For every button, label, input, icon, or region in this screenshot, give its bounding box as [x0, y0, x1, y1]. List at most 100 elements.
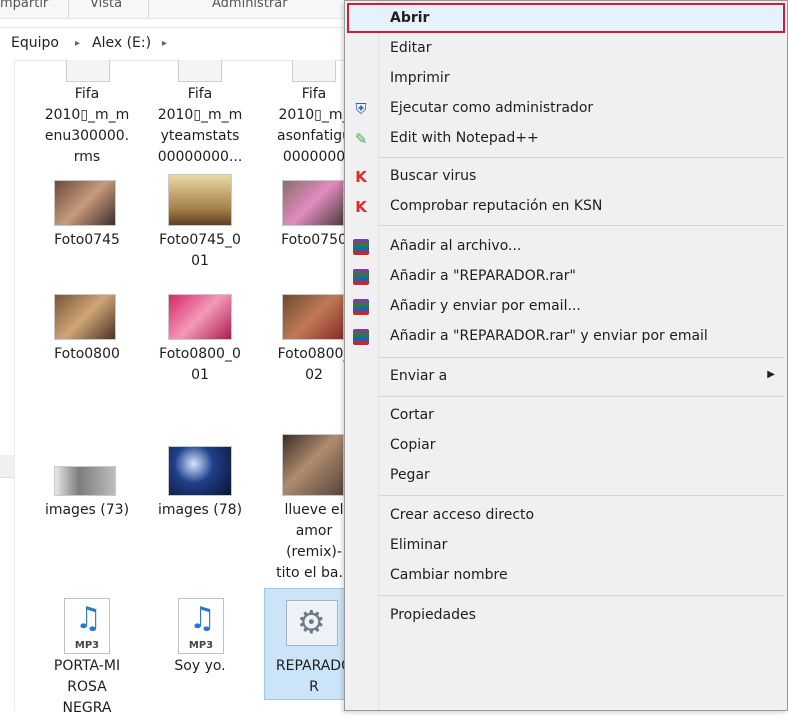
winrar-icon — [351, 237, 371, 257]
executable-file-icon: ⚙ — [286, 600, 338, 646]
navigation-pane-item[interactable] — [0, 455, 14, 478]
menu-item-pegar[interactable]: Pegar — [345, 461, 787, 491]
menu-item-label: Cortar — [390, 407, 434, 423]
photo-thumbnail — [168, 294, 232, 340]
menu-item-label: Buscar virus — [390, 168, 477, 184]
menu-item-add-rar-email[interactable]: Añadir a "REPARADOR.rar" y enviar por em… — [345, 322, 787, 352]
menu-item-add-archive[interactable]: Añadir al archivo... — [345, 232, 787, 262]
file-item[interactable]: images (73) — [37, 500, 137, 521]
menu-item-label: Añadir a "REPARADOR.rar" — [390, 268, 576, 284]
file-item[interactable]: Fifa 2010▯_m_m enu300000. rms — [37, 84, 137, 168]
submenu-arrow-icon: ▶ — [767, 369, 775, 380]
file-name: images (73) — [44, 502, 130, 518]
file-name: Foto0800 — [54, 346, 120, 362]
notepadpp-icon: ✎ — [354, 130, 368, 148]
shield-icon: ⛨ — [355, 100, 367, 118]
menu-item-crear-acceso[interactable]: Crear acceso directo — [345, 501, 787, 531]
breadcrumb-equipo[interactable]: Equipo — [11, 35, 59, 51]
mp3-file-icon: ♫ MP3 — [64, 598, 110, 654]
gear-icon: ⚙ — [297, 603, 326, 641]
menu-item-label: Crear acceso directo — [390, 507, 535, 523]
address-bar[interactable]: Equipo ▸ Alex (E:) ▸ — [0, 27, 350, 61]
menu-separator — [378, 157, 784, 158]
ribbon-divider — [148, 0, 149, 18]
file-name: Soy yo. — [174, 658, 226, 674]
file-icon — [178, 60, 222, 82]
menu-item-notepadpp[interactable]: ✎ Edit with Notepad++ — [345, 124, 787, 154]
file-name: Foto0800_0 01 — [159, 346, 241, 383]
menu-item-eliminar[interactable]: Eliminar — [345, 531, 787, 561]
menu-item-copiar[interactable]: Copiar — [345, 431, 787, 461]
mp3-tag: MP3 — [74, 640, 100, 651]
menu-item-label: Añadir al archivo... — [390, 238, 522, 254]
album-art-thumbnail — [282, 434, 344, 496]
menu-item-buscar-virus[interactable]: K Buscar virus — [345, 162, 787, 192]
menu-item-label: Ejecutar como administrador — [390, 100, 594, 116]
file-item[interactable]: Foto0800_0 01 — [150, 344, 250, 386]
menu-item-label: Copiar — [390, 437, 436, 453]
file-item[interactable]: Fifa 2010▯_m_m yteamstats 00000000... — [150, 84, 250, 168]
mp3-file-icon: ♫ MP3 — [178, 598, 224, 654]
menu-item-cortar[interactable]: Cortar — [345, 401, 787, 431]
menu-separator — [378, 396, 784, 397]
file-item[interactable]: PORTA-MI ROSA NEGRA — [37, 656, 137, 719]
menu-item-propiedades[interactable]: Propiedades — [345, 601, 787, 631]
file-name: images (78) — [157, 502, 243, 518]
menu-item-label: Imprimir — [390, 70, 450, 86]
kaspersky-icon: K — [355, 168, 367, 186]
ribbon-tab-share[interactable]: mpartir — [0, 0, 48, 11]
file-name: Foto0745_0 01 — [159, 232, 241, 269]
file-name: PORTA-MI ROSA NEGRA — [53, 658, 121, 716]
photo-thumbnail — [54, 294, 116, 340]
menu-item-label: Añadir a "REPARADOR.rar" y enviar por em… — [390, 328, 708, 344]
kaspersky-icon: K — [355, 198, 367, 216]
file-name: Foto0745 — [54, 232, 120, 248]
photo-thumbnail — [54, 180, 116, 226]
context-menu: Abrir Editar Imprimir ⛨ Ejecutar como adm… — [344, 0, 788, 711]
ribbon-tab-view[interactable]: Vista — [90, 0, 122, 11]
menu-item-label: Añadir y enviar por email... — [390, 298, 581, 314]
mp3-tag: MP3 — [188, 640, 214, 651]
menu-item-label: Eliminar — [390, 537, 448, 553]
breadcrumb-drive[interactable]: Alex (E:) — [92, 35, 151, 51]
photo-thumbnail — [168, 174, 232, 226]
breadcrumb-arrow-icon[interactable]: ▸ — [162, 38, 167, 49]
highlight-callout-box — [347, 3, 785, 33]
menu-item-run-as-admin[interactable]: ⛨ Ejecutar como administrador — [345, 94, 787, 124]
winrar-icon — [351, 297, 371, 317]
file-item[interactable]: Soy yo. — [150, 656, 250, 677]
breadcrumb-arrow-icon[interactable]: ▸ — [75, 38, 80, 49]
menu-item-enviar-a[interactable]: Enviar a ▶ — [345, 362, 787, 392]
file-item[interactable]: Foto0745_0 01 — [150, 230, 250, 272]
menu-item-cambiar-nombre[interactable]: Cambiar nombre — [345, 561, 787, 591]
file-item[interactable]: Foto0800 — [37, 344, 137, 365]
file-icon — [66, 60, 110, 82]
menu-item-label: Editar — [390, 40, 432, 56]
menu-item-ksn[interactable]: K Comprobar reputación en KSN — [345, 192, 787, 222]
menu-item-label: Edit with Notepad++ — [390, 130, 539, 146]
menu-separator — [378, 225, 784, 226]
music-note-icon: ♫ — [75, 601, 102, 636]
menu-item-add-rar[interactable]: Añadir a "REPARADOR.rar" — [345, 262, 787, 292]
file-name: Fifa 2010▯_m_m yteamstats 00000000... — [157, 86, 243, 165]
menu-item-imprimir[interactable]: Imprimir — [345, 64, 787, 94]
file-name: Fifa 2010▯_m_m enu300000. rms — [44, 86, 130, 165]
photo-thumbnail — [282, 180, 344, 226]
menu-item-label: Pegar — [390, 467, 430, 483]
ribbon-tab-manage[interactable]: Administrar — [212, 0, 288, 11]
ribbon-divider — [68, 0, 69, 18]
menu-item-add-email[interactable]: Añadir y enviar por email... — [345, 292, 787, 322]
file-item[interactable]: Foto0745 — [37, 230, 137, 251]
navigation-pane — [0, 60, 15, 711]
menu-item-label: Comprobar reputación en KSN — [390, 198, 603, 214]
photo-thumbnail — [282, 294, 344, 340]
menu-separator — [378, 357, 784, 358]
file-icon — [292, 60, 336, 82]
winrar-icon — [351, 267, 371, 287]
file-item[interactable]: images (78) — [150, 500, 250, 521]
menu-separator — [378, 495, 784, 496]
music-note-icon: ♫ — [189, 601, 216, 636]
menu-separator — [378, 595, 784, 596]
menu-item-editar[interactable]: Editar — [345, 34, 787, 64]
winrar-icon — [351, 327, 371, 347]
